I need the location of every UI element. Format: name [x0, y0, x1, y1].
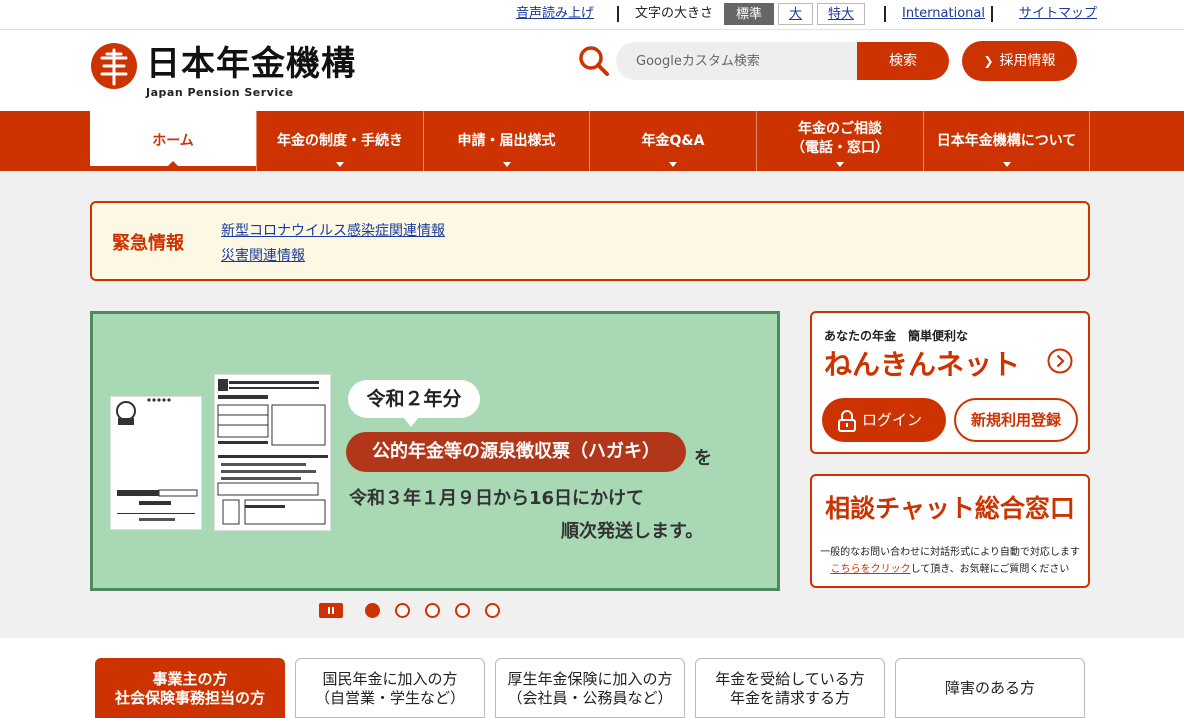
- slip-drawing: [217, 379, 328, 525]
- divider: [617, 6, 619, 22]
- sitemap-link[interactable]: サイトマップ: [1019, 5, 1097, 23]
- banner-particle: を: [694, 448, 712, 469]
- slip-illustration: [214, 374, 331, 531]
- carousel-dot-1[interactable]: [365, 603, 380, 618]
- nav-home-label: ホーム: [152, 132, 194, 149]
- nav-qa[interactable]: 年金Q&A: [589, 111, 756, 171]
- pause-button[interactable]: [319, 603, 343, 618]
- chevron-down-icon: [502, 162, 511, 167]
- utility-bar: 音声読み上げ 文字の大きさ 標準 大 特大 International サイトマ…: [0, 0, 1184, 30]
- banner-line-2: 順次発送します。: [561, 521, 704, 542]
- chat-click-link[interactable]: こちらをクリック: [831, 564, 911, 575]
- nav-label: 年金の制度・手続き: [277, 132, 403, 149]
- nav-consultation[interactable]: 年金のご相談 （電話・窓口）: [756, 111, 923, 171]
- tab-disabilities[interactable]: 障害のある方: [895, 658, 1085, 718]
- chevron-down-icon: [669, 162, 677, 167]
- nenkin-net-panel: あなたの年金 簡単便利な ねんきんネット ログイン 新規利用登録: [810, 311, 1090, 454]
- nav-label: 年金のご相談 （電話・窓口）: [791, 121, 889, 156]
- nenkin-net-title[interactable]: ねんきんネット: [824, 343, 1020, 383]
- chat-description: 一般的なお問い合わせに対話形式により自動で対応します: [820, 547, 1080, 558]
- lock-icon: [838, 410, 856, 432]
- international-link[interactable]: International: [902, 5, 985, 23]
- nenkin-net-subtitle: あなたの年金 簡単便利な: [824, 329, 969, 343]
- banner-year-bubble: 令和２年分: [348, 380, 480, 427]
- carousel-dot-5[interactable]: [485, 603, 500, 618]
- recruit-button-label: 採用情報: [999, 53, 1056, 69]
- banner-line-1: 令和３年１月９日から16日にかけて: [349, 488, 645, 509]
- global-nav: ホーム 年金の制度・手続き 申請・届出様式 年金Q&A 年金のご相談 （電話・窓…: [0, 111, 1184, 171]
- nav-label: 年金Q&A: [641, 132, 705, 149]
- carousel-banner[interactable]: 令和２年分 公的年金等の源泉徴収票（ハガキ） を 令和３年１月９日から16日にか…: [90, 311, 780, 591]
- emergency-link-disaster[interactable]: 災害関連情報: [221, 245, 305, 265]
- login-label: ログイン: [861, 411, 922, 429]
- search-input[interactable]: [616, 42, 858, 80]
- nav-label: 申請・届出様式: [457, 132, 556, 149]
- login-button[interactable]: ログイン: [822, 398, 946, 442]
- tab-employers[interactable]: 事業主の方 社会保険事務担当の方: [95, 658, 285, 718]
- nav-forms[interactable]: 申請・届出様式: [423, 111, 589, 171]
- nav-about[interactable]: 日本年金機構について: [923, 111, 1090, 171]
- chevron-down-icon: [836, 162, 844, 167]
- search-icon: [579, 46, 609, 76]
- nav-label: 日本年金機構について: [936, 132, 1077, 149]
- banner-headline-pill: 公的年金等の源泉徴収票（ハガキ）: [346, 432, 686, 472]
- chat-description-2: こちらをクリックして頂き、お気軽にご質問ください: [812, 560, 1088, 575]
- tab-national-pension[interactable]: 国民年金に加入の方 （自営業・学生など）: [295, 658, 485, 718]
- divider: [991, 6, 993, 22]
- carousel-dot-2[interactable]: [395, 603, 410, 618]
- chevron-down-icon: [1002, 162, 1011, 167]
- postcard-drawing: [116, 398, 198, 521]
- tab-employees-pension[interactable]: 厚生年金保険に加入の方 （会社員・公務員など）: [495, 658, 685, 718]
- arrow-circle-right-icon[interactable]: [1047, 348, 1073, 374]
- chat-description-suffix: して頂き、お気軽にご質問ください: [910, 564, 1070, 575]
- postcard-illustration: [110, 396, 202, 530]
- font-size-large-button[interactable]: 大: [778, 3, 813, 25]
- recruit-button[interactable]: ❯ 採用情報: [962, 41, 1077, 81]
- voice-reading-link[interactable]: 音声読み上げ: [516, 5, 594, 23]
- chevron-right-icon: ❯: [983, 54, 994, 68]
- font-size-xlarge-button[interactable]: 特大: [817, 3, 865, 25]
- emergency-info-box: 緊急情報 新型コロナウイルス感染症関連情報 災害関連情報: [90, 201, 1090, 281]
- nav-pension-system[interactable]: 年金の制度・手続き: [256, 111, 423, 171]
- register-button[interactable]: 新規利用登録: [954, 398, 1078, 442]
- font-size-label: 文字の大きさ: [635, 6, 714, 21]
- carousel-dot-3[interactable]: [425, 603, 440, 618]
- tab-pension-recipients[interactable]: 年金を受給している方 年金を請求する方: [695, 658, 885, 718]
- logo-subtitle: Japan Pension Service: [146, 86, 294, 99]
- chat-consultation-panel[interactable]: 相談チャット総合窓口 一般的なお問い合わせに対話形式により自動で対応します こち…: [810, 474, 1090, 588]
- logo-icon[interactable]: [90, 42, 138, 90]
- logo-text[interactable]: 日本年金機構: [146, 44, 356, 84]
- font-size-standard-button[interactable]: 標準: [724, 3, 774, 25]
- nav-home[interactable]: ホーム: [90, 111, 256, 171]
- emergency-link-covid[interactable]: 新型コロナウイルス感染症関連情報: [221, 220, 445, 240]
- carousel-dot-4[interactable]: [455, 603, 470, 618]
- emergency-title: 緊急情報: [112, 233, 184, 254]
- chevron-down-icon: [336, 162, 344, 167]
- divider: [884, 6, 886, 22]
- search-button[interactable]: 検索: [857, 42, 949, 80]
- chat-title: 相談チャット総合窓口: [825, 494, 1075, 523]
